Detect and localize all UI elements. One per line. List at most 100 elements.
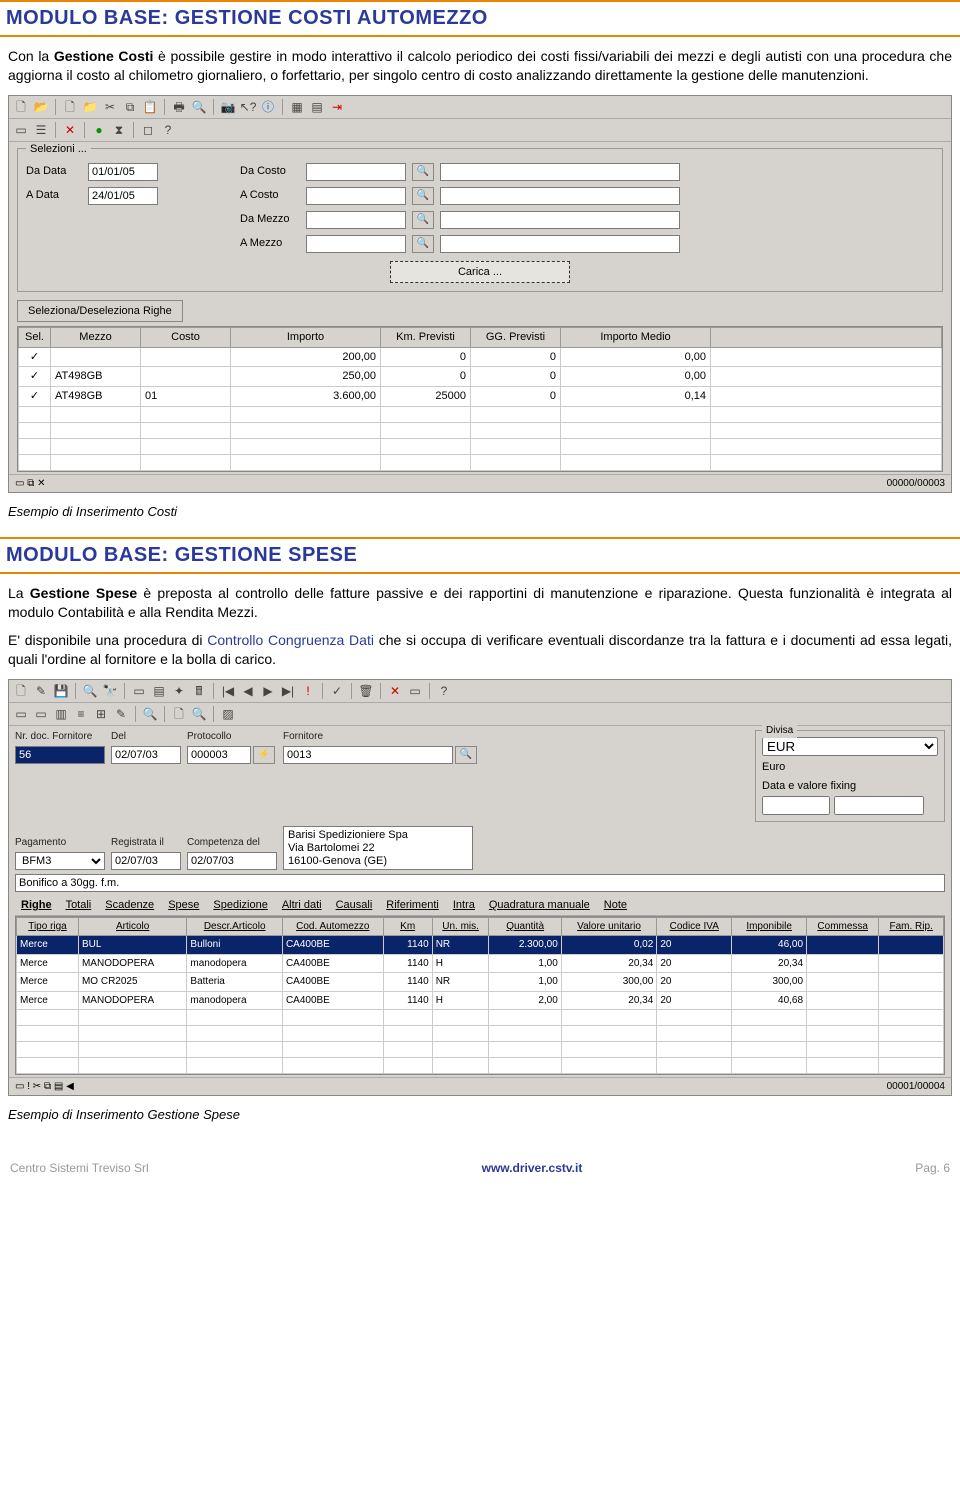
- col-header[interactable]: Tipo riga: [17, 917, 79, 936]
- table-row[interactable]: [17, 1058, 944, 1074]
- seleziona-deseleziona-button[interactable]: Seleziona/Deseleziona Righe: [17, 300, 183, 322]
- desc-da-mezzo[interactable]: [440, 211, 680, 229]
- search-icon[interactable]: 🔍: [82, 683, 98, 699]
- panel-icon[interactable]: ▭: [407, 683, 423, 699]
- pagamento-select[interactable]: BFM3: [15, 852, 105, 870]
- col-header[interactable]: Articolo: [78, 917, 186, 936]
- spese-grid[interactable]: Tipo rigaArticoloDescr.ArticoloCod. Auto…: [16, 917, 944, 1075]
- copy-icon[interactable]: ⧉: [122, 99, 138, 115]
- zoom-icon[interactable]: 🔍: [142, 706, 158, 722]
- preview-icon[interactable]: 🔍: [191, 99, 207, 115]
- input-competenza[interactable]: [187, 852, 277, 870]
- col-importo[interactable]: Importo: [231, 327, 381, 347]
- tab-note[interactable]: Note: [604, 898, 627, 913]
- table-row[interactable]: ✓AT498GB013.600,002500000,14: [19, 387, 942, 407]
- input-fixing-date[interactable]: [762, 796, 830, 815]
- help-icon[interactable]: ?: [160, 122, 176, 138]
- input-a-mezzo[interactable]: [306, 235, 406, 253]
- next-icon[interactable]: ▶: [260, 683, 276, 699]
- input-da-mezzo[interactable]: [306, 211, 406, 229]
- form1-icon[interactable]: ▭: [13, 706, 29, 722]
- form-icon[interactable]: ▭: [13, 122, 29, 138]
- first-icon[interactable]: |◀: [220, 683, 236, 699]
- table-icon[interactable]: ▤: [151, 683, 167, 699]
- hourglass-icon[interactable]: ⧗: [111, 122, 127, 138]
- close-icon[interactable]: ✕: [387, 683, 403, 699]
- table-row[interactable]: MerceMANODOPERAmanodoperaCA400BE1140H2,0…: [17, 991, 944, 1010]
- find-icon[interactable]: 🔍: [191, 706, 207, 722]
- input-fixing-val[interactable]: [834, 796, 924, 815]
- col-sel[interactable]: Sel.: [19, 327, 51, 347]
- tab-riferimenti[interactable]: Riferimenti: [386, 898, 439, 913]
- input-da-data[interactable]: [88, 163, 158, 181]
- lookup-a-costo[interactable]: 🔍: [412, 187, 434, 205]
- save-icon[interactable]: 💾: [53, 683, 69, 699]
- print-icon[interactable]: 🖶: [171, 99, 187, 115]
- input-del[interactable]: [111, 746, 181, 764]
- table-row[interactable]: [17, 1042, 944, 1058]
- table-row[interactable]: [19, 439, 942, 455]
- list-icon[interactable]: ☰: [33, 122, 49, 138]
- col-header[interactable]: Cod. Automezzo: [282, 917, 383, 936]
- table-row[interactable]: MerceBULBulloniCA400BE1140NR2.300,000,02…: [17, 936, 944, 955]
- col-header[interactable]: Fam. Rip.: [879, 917, 944, 936]
- info-icon[interactable]: ⓘ: [260, 99, 276, 115]
- last-icon[interactable]: ▶|: [280, 683, 296, 699]
- calendar-icon[interactable]: ▦: [289, 99, 305, 115]
- trash-icon[interactable]: 🗑: [358, 683, 374, 699]
- costi-grid[interactable]: Sel. Mezzo Costo Importo Km. Previsti GG…: [18, 327, 942, 471]
- calc-icon[interactable]: 🖩: [191, 683, 207, 699]
- table-row[interactable]: [19, 407, 942, 423]
- tab-quadratura-manuale[interactable]: Quadratura manuale: [489, 898, 590, 913]
- table-row[interactable]: MerceMANODOPERAmanodoperaCA400BE1140H1,0…: [17, 954, 944, 973]
- col-costo[interactable]: Costo: [141, 327, 231, 347]
- input-bonifico[interactable]: [15, 874, 945, 892]
- img-icon[interactable]: ▨: [220, 706, 236, 722]
- new-icon[interactable]: 🗋: [13, 683, 29, 699]
- divisa-select[interactable]: EUR: [762, 737, 938, 756]
- table-row[interactable]: ✓AT498GB250,00000,00: [19, 367, 942, 387]
- col-header[interactable]: Codice IVA: [657, 917, 732, 936]
- doc-icon[interactable]: 🗋: [62, 99, 78, 115]
- prev-icon[interactable]: ◀: [240, 683, 256, 699]
- binoc-icon[interactable]: 🔭: [102, 683, 118, 699]
- table-row[interactable]: [17, 1010, 944, 1026]
- lookup-da-mezzo[interactable]: 🔍: [412, 211, 434, 229]
- folder-icon[interactable]: 📁: [82, 99, 98, 115]
- camera-icon[interactable]: 📷: [220, 99, 236, 115]
- open-icon[interactable]: 📂: [33, 99, 49, 115]
- lookup-a-mezzo[interactable]: 🔍: [412, 235, 434, 253]
- tab-righe[interactable]: Righe: [21, 898, 52, 913]
- tab-spedizione[interactable]: Spedizione: [213, 898, 267, 913]
- help-icon[interactable]: ?: [436, 683, 452, 699]
- col-mezzo[interactable]: Mezzo: [51, 327, 141, 347]
- delete-icon[interactable]: ✕: [62, 122, 78, 138]
- tab-spese[interactable]: Spese: [168, 898, 199, 913]
- input-a-data[interactable]: [88, 187, 158, 205]
- desc-da-costo[interactable]: [440, 163, 680, 181]
- tab-altri-dati[interactable]: Altri dati: [282, 898, 322, 913]
- col-km[interactable]: Km. Previsti: [381, 327, 471, 347]
- table-row[interactable]: [19, 455, 942, 471]
- table-row[interactable]: MerceMO CR2025BatteriaCA400BE1140NR1,003…: [17, 973, 944, 992]
- tag-icon[interactable]: ✎: [113, 706, 129, 722]
- paste-icon[interactable]: 📋: [142, 99, 158, 115]
- db-icon[interactable]: ≡: [73, 706, 89, 722]
- input-registrata[interactable]: [111, 852, 181, 870]
- grid-icon[interactable]: ▤: [309, 99, 325, 115]
- col-gg[interactable]: GG. Previsti: [471, 327, 561, 347]
- table-row[interactable]: [17, 1026, 944, 1042]
- input-protocollo[interactable]: [187, 746, 251, 764]
- exit-icon[interactable]: ⇥: [329, 99, 345, 115]
- col-header[interactable]: Descr.Articolo: [187, 917, 283, 936]
- card-icon[interactable]: ▭: [131, 683, 147, 699]
- input-a-costo[interactable]: [306, 187, 406, 205]
- refresh-icon[interactable]: ●: [91, 122, 107, 138]
- warn-icon[interactable]: !: [300, 683, 316, 699]
- edit-icon[interactable]: ✎: [33, 683, 49, 699]
- input-nrdoc[interactable]: [15, 746, 105, 764]
- lookup-fornitore[interactable]: 🔍: [455, 746, 477, 764]
- view-icon[interactable]: ◻: [140, 122, 156, 138]
- lookup-da-costo[interactable]: 🔍: [412, 163, 434, 181]
- tab-scadenze[interactable]: Scadenze: [105, 898, 154, 913]
